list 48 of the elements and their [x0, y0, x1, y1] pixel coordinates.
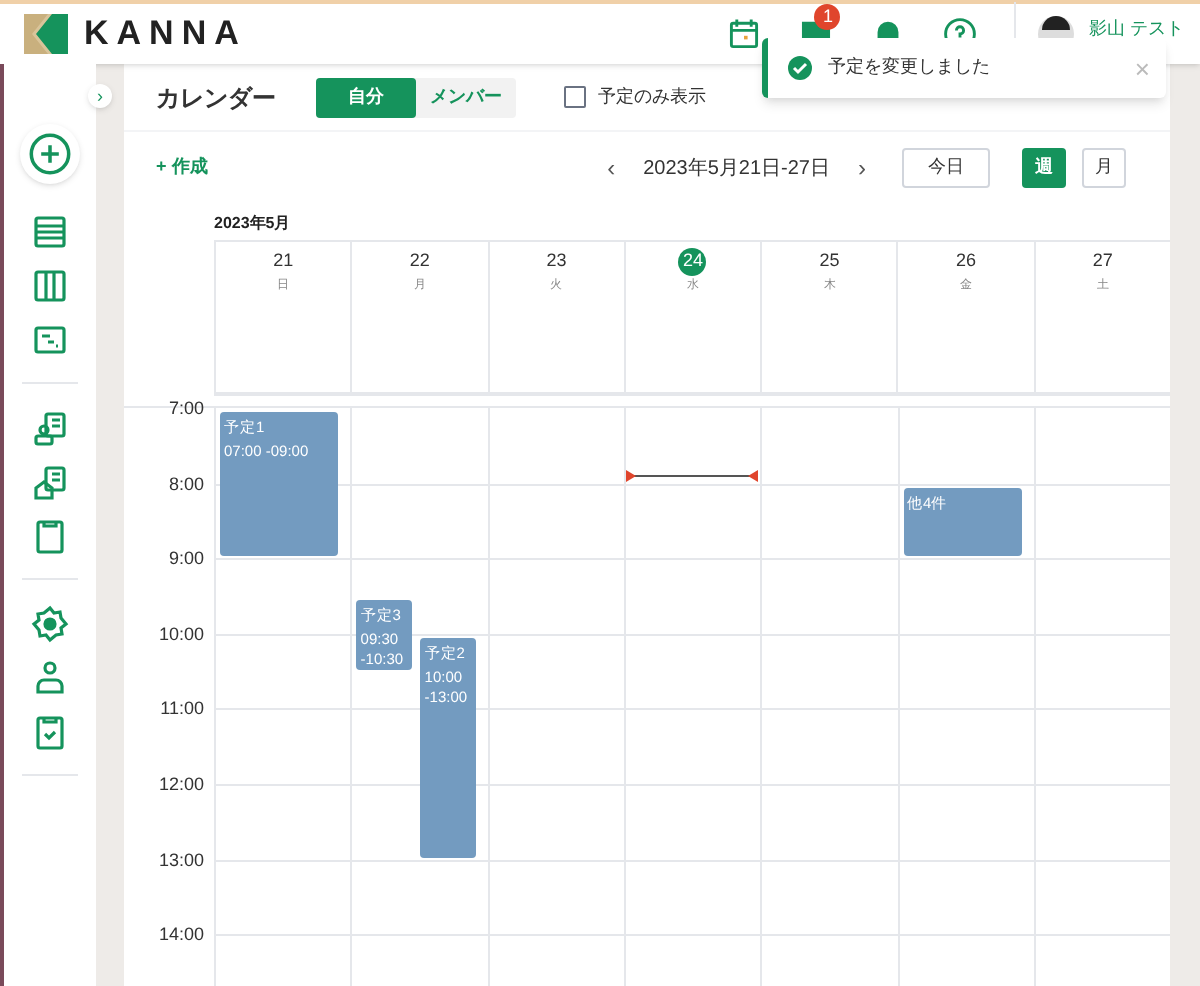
- page-title: カレンダー: [156, 81, 276, 115]
- clipboard-check-icon[interactable]: [30, 712, 70, 752]
- day-number[interactable]: 26: [956, 248, 977, 276]
- person-icon[interactable]: [30, 658, 70, 698]
- day-number[interactable]: 22: [409, 248, 430, 276]
- time-label: 8:00: [168, 471, 204, 498]
- person-document-icon[interactable]: [30, 408, 70, 448]
- day-number[interactable]: 23: [546, 248, 567, 276]
- day-number[interactable]: 24: [678, 248, 707, 276]
- date-range: 2023年5月21日-27日: [643, 155, 830, 183]
- checkbox-label: 予定のみ表示: [598, 83, 706, 110]
- today-button[interactable]: 今日: [902, 148, 990, 188]
- day-number[interactable]: 27: [1092, 248, 1113, 276]
- house-document-icon[interactable]: [30, 462, 70, 502]
- create-link[interactable]: + 作成: [156, 154, 208, 182]
- time-label: 11:00: [160, 696, 204, 723]
- view-tab[interactable]: 週: [1022, 148, 1066, 188]
- expand-button[interactable]: ›: [88, 84, 112, 108]
- current-time-line: [625, 470, 758, 483]
- brand-name: KANNA: [84, 12, 247, 57]
- create-button[interactable]: [20, 124, 80, 184]
- user-name[interactable]: 影山 テスト: [1088, 18, 1184, 38]
- time-label: 10:00: [158, 621, 204, 648]
- day-number[interactable]: 21: [273, 248, 294, 276]
- checkbox[interactable]: [564, 86, 586, 108]
- time-label: 7:00: [168, 396, 204, 422]
- time-label: 12:00: [158, 772, 204, 798]
- settings-icon[interactable]: [30, 604, 70, 644]
- next-button[interactable]: ›: [858, 150, 866, 186]
- list-icon[interactable]: [30, 212, 70, 252]
- notification-badge: 1: [814, 4, 841, 30]
- segment-tab[interactable]: メンバー: [416, 77, 516, 117]
- previous-button[interactable]: ‹: [607, 150, 616, 186]
- logo-icon: [24, 14, 68, 54]
- month-label: 2023年5月: [212, 212, 293, 236]
- card-icon[interactable]: [30, 320, 70, 360]
- time-label: 9:00: [168, 546, 204, 573]
- calendar-icon[interactable]: [726, 16, 763, 52]
- plus-icon: [28, 132, 72, 176]
- segment-tab[interactable]: 自分: [316, 77, 416, 117]
- check-icon: [788, 56, 812, 80]
- toast-message: 予定を変更しました: [828, 54, 990, 81]
- day-number[interactable]: 25: [819, 248, 840, 276]
- view-tab[interactable]: 月: [1082, 148, 1126, 188]
- columns-icon[interactable]: [30, 266, 70, 306]
- time-label: 14:00: [158, 922, 204, 949]
- time-label: 13:00: [158, 847, 204, 874]
- clipboard-icon[interactable]: [30, 516, 70, 556]
